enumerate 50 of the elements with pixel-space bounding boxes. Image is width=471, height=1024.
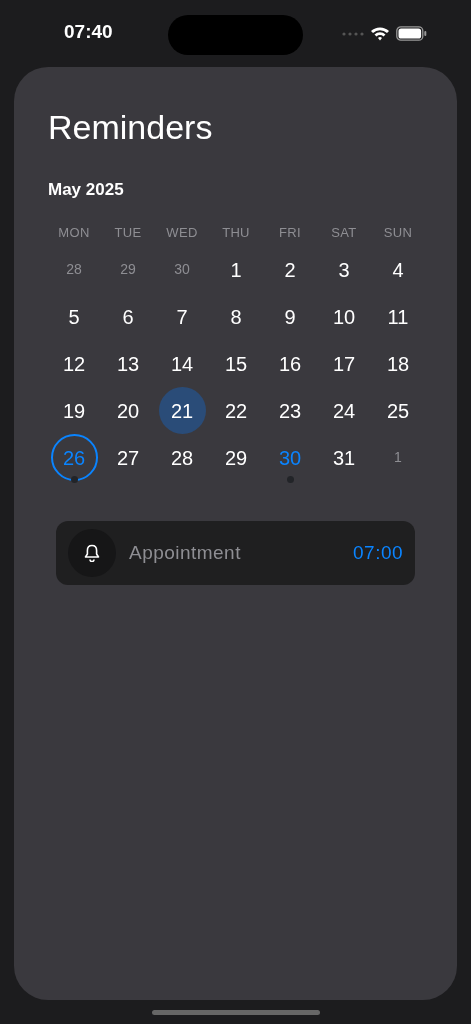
calendar-day[interactable]: 23 [266,387,314,434]
weekday-label: WED [166,223,198,242]
weekday-label: FRI [279,223,301,242]
calendar-day[interactable]: 4 [374,246,422,293]
calendar-day[interactable]: 1 [212,246,260,293]
calendar-day[interactable]: 27 [104,434,152,481]
page-title: Reminders [48,107,214,148]
calendar-day[interactable]: 20 [104,387,152,434]
wifi-icon [370,26,390,41]
calendar-day[interactable]: 3 [320,246,368,293]
calendar-day[interactable]: 18 [374,340,422,387]
calendar-day[interactable]: 17 [320,340,368,387]
reminder-row[interactable]: Appointment 07:00 [56,521,415,585]
calendar-day[interactable]: 13 [104,340,152,387]
reminder-title: Appointment [129,540,241,565]
calendar-day[interactable]: 24 [320,387,368,434]
calendar-day[interactable]: 12 [50,340,98,387]
calendar-day[interactable]: 9 [266,293,314,340]
calendar-day[interactable]: 22 [212,387,260,434]
calendar-day[interactable]: 30 [158,246,206,293]
calendar-day[interactable]: 5 [50,293,98,340]
calendar-day[interactable]: 21 [158,387,206,434]
calendar-day[interactable]: 2 [266,246,314,293]
calendar-day[interactable]: 28 [158,434,206,481]
status-time: 07:40 [64,20,113,45]
calendar-day[interactable]: 14 [158,340,206,387]
reminder-time: 07:00 [353,540,403,565]
calendar-day[interactable]: 28 [50,246,98,293]
weekday-label: SUN [383,223,413,242]
weekday-label: THU [222,223,250,242]
calendar-day[interactable]: 15 [212,340,260,387]
calendar-day[interactable]: 10 [320,293,368,340]
calendar-day[interactable]: 11 [374,293,422,340]
calendar-day[interactable]: 29 [212,434,260,481]
month-label: May 2025 [48,179,125,201]
bell-icon [68,529,116,577]
calendar-day[interactable]: 29 [104,246,152,293]
calendar-day[interactable]: 8 [212,293,260,340]
signal-icon [342,31,364,36]
calendar-day[interactable]: 19 [50,387,98,434]
weekday-label: SAT [331,223,357,242]
calendar-day[interactable]: 7 [158,293,206,340]
calendar-day[interactable]: 25 [374,387,422,434]
calendar-day[interactable]: 1 [374,434,422,481]
calendar-day[interactable]: 16 [266,340,314,387]
calendar-day[interactable]: 31 [320,434,368,481]
weekday-label: MON [58,223,90,242]
calendar-day[interactable]: 6 [104,293,152,340]
weekday-label: TUE [114,223,142,242]
battery-icon [396,26,427,41]
